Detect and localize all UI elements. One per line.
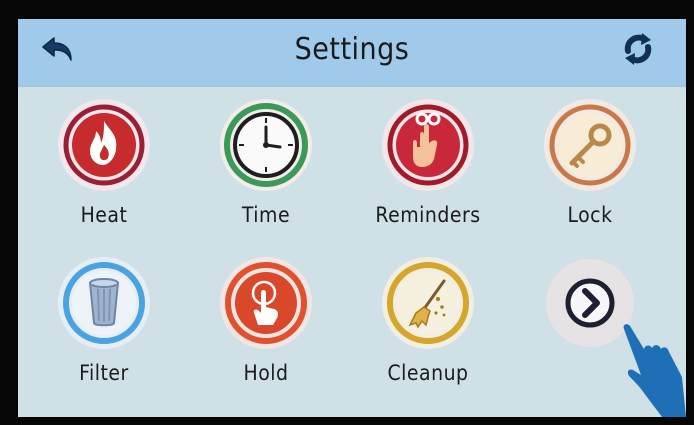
page-title: Settings — [294, 32, 410, 67]
clock-icon — [220, 99, 312, 191]
reminder-hand-icon — [382, 99, 474, 191]
key-icon — [544, 99, 636, 191]
tile-label-time: Time — [241, 203, 291, 227]
tile-cleanup[interactable]: Cleanup — [358, 255, 498, 395]
touch-screen: Settings Heat Time Reminders Lock Filter… — [18, 19, 686, 417]
tile-label-filter: Filter — [79, 361, 129, 385]
tile-label-lock: Lock — [567, 203, 613, 227]
tile-heat[interactable]: Heat — [34, 97, 174, 237]
filter-cartridge-icon — [58, 257, 150, 349]
refresh-icon[interactable] — [620, 31, 656, 67]
tile-reminders[interactable]: Reminders — [358, 97, 498, 237]
pointing-hand-icon — [623, 324, 686, 417]
hold-touch-icon — [220, 257, 312, 349]
tile-lock[interactable]: Lock — [520, 97, 660, 237]
flame-icon — [58, 99, 150, 191]
back-arrow-icon[interactable] — [40, 34, 76, 66]
broom-icon — [382, 257, 474, 349]
tile-hold[interactable]: Hold — [196, 255, 336, 395]
tile-time[interactable]: Time — [196, 97, 336, 237]
tile-label-cleanup: Cleanup — [387, 361, 469, 385]
tile-label-reminders: Reminders — [375, 203, 481, 227]
tile-label-hold: Hold — [243, 361, 289, 385]
header-bar: Settings — [18, 19, 686, 87]
tile-label-heat: Heat — [80, 203, 128, 227]
tile-filter[interactable]: Filter — [34, 255, 174, 395]
